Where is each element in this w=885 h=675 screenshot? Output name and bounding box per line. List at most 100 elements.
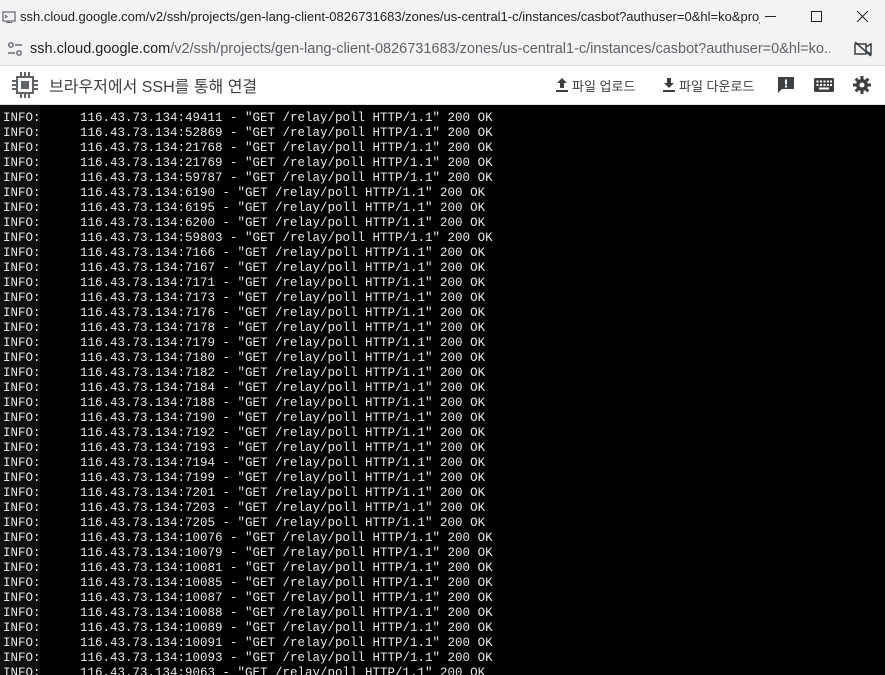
log-level: INFO:: [3, 186, 41, 200]
log-line: INFO: 116.43.73.134:21769 - "GET /relay/p…: [3, 156, 493, 171]
upload-file-button[interactable]: 파일 업로드: [555, 66, 635, 104]
log-level: INFO:: [3, 366, 41, 380]
log-line: INFO: 116.43.73.134:7184 - "GET /relay/po…: [3, 381, 493, 396]
log-line: INFO: 116.43.73.134:10088 - "GET /relay/p…: [3, 606, 493, 621]
log-message: 116.43.73.134:7171 - "GET /relay/poll HT…: [80, 276, 486, 290]
log-line: INFO: 116.43.73.134:6190 - "GET /relay/po…: [3, 186, 493, 201]
log-level: INFO:: [3, 456, 41, 470]
log-message: 116.43.73.134:59787 - "GET /relay/poll H…: [80, 171, 493, 185]
log-message: 116.43.73.134:7193 - "GET /relay/poll HT…: [80, 441, 486, 455]
log-message: 116.43.73.134:7201 - "GET /relay/poll HT…: [80, 486, 486, 500]
log-level: INFO:: [3, 336, 41, 350]
ssh-toolbar: 브라우저에서 SSH를 통해 연결 파일 업로드 파일 다운로드: [0, 66, 885, 105]
log-line: INFO: 116.43.73.134:7176 - "GET /relay/po…: [3, 306, 493, 321]
log-line: INFO: 116.43.73.134:7178 - "GET /relay/po…: [3, 321, 493, 336]
chip-icon: [12, 72, 38, 98]
minimize-button[interactable]: [747, 0, 793, 33]
log-message: 116.43.73.134:7188 - "GET /relay/poll HT…: [80, 396, 486, 410]
log-line: INFO: 116.43.73.134:7199 - "GET /relay/po…: [3, 471, 493, 486]
log-level: INFO:: [3, 486, 41, 500]
log-line: INFO: 116.43.73.134:7188 - "GET /relay/po…: [3, 396, 493, 411]
log-message: 116.43.73.134:10091 - "GET /relay/poll H…: [80, 636, 493, 650]
log-message: 116.43.73.134:21768 - "GET /relay/poll H…: [80, 141, 493, 155]
log-level: INFO:: [3, 561, 41, 575]
log-line: INFO: 116.43.73.134:7173 - "GET /relay/po…: [3, 291, 493, 306]
log-level: INFO:: [3, 441, 41, 455]
maximize-icon: [810, 11, 822, 22]
log-level: INFO:: [3, 261, 41, 275]
log-message: 116.43.73.134:7205 - "GET /relay/poll HT…: [80, 516, 486, 530]
log-message: 116.43.73.134:7176 - "GET /relay/poll HT…: [80, 306, 486, 320]
upload-label: 파일 업로드: [572, 78, 636, 94]
site-info-button[interactable]: [4, 38, 26, 60]
log-line: INFO: 116.43.73.134:10087 - "GET /relay/p…: [3, 591, 493, 606]
upload-icon: [556, 78, 568, 92]
log-level: INFO:: [3, 381, 41, 395]
log-message: 116.43.73.134:7192 - "GET /relay/poll HT…: [80, 426, 486, 440]
log-message: 116.43.73.134:7184 - "GET /relay/poll HT…: [80, 381, 486, 395]
log-line: INFO: 116.43.73.134:7190 - "GET /relay/po…: [3, 411, 493, 426]
ssh-favicon-icon: [2, 10, 16, 24]
log-level: INFO:: [3, 171, 41, 185]
log-level: INFO:: [3, 471, 41, 485]
keyboard-icon[interactable]: [813, 75, 835, 95]
log-line: INFO: 116.43.73.134:10079 - "GET /relay/p…: [3, 546, 493, 561]
log-line: INFO: 116.43.73.134:7171 - "GET /relay/po…: [3, 276, 493, 291]
log-level: INFO:: [3, 591, 41, 605]
log-message: 116.43.73.134:59803 - "GET /relay/poll H…: [80, 231, 493, 245]
maximize-button[interactable]: [793, 0, 839, 33]
feedback-icon[interactable]: [776, 75, 796, 95]
download-label: 파일 다운로드: [679, 78, 755, 94]
close-button[interactable]: [839, 0, 885, 33]
log-message: 116.43.73.134:7199 - "GET /relay/poll HT…: [80, 471, 486, 485]
log-message: 116.43.73.134:7182 - "GET /relay/poll HT…: [80, 366, 486, 380]
log-line: INFO: 116.43.73.134:7205 - "GET /relay/po…: [3, 516, 493, 531]
log-line: INFO: 116.43.73.134:7179 - "GET /relay/po…: [3, 336, 493, 351]
log-level: INFO:: [3, 111, 41, 125]
log-level: INFO:: [3, 231, 41, 245]
url-field[interactable]: ssh.cloud.google.com/v2/ssh/projects/gen…: [30, 41, 830, 57]
log-message: 116.43.73.134:10081 - "GET /relay/poll H…: [80, 561, 493, 575]
log-level: INFO:: [3, 351, 41, 365]
log-level: INFO:: [3, 156, 41, 170]
log-level: INFO:: [3, 411, 41, 425]
log-level: INFO:: [3, 531, 41, 545]
log-level: INFO:: [3, 321, 41, 335]
window-title: ssh.cloud.google.com/v2/ssh/projects/gen…: [20, 9, 760, 24]
log-level: INFO:: [3, 501, 41, 515]
log-message: 116.43.73.134:10085 - "GET /relay/poll H…: [80, 576, 493, 590]
log-message: 116.43.73.134:10079 - "GET /relay/poll H…: [80, 546, 493, 560]
settings-gear-icon[interactable]: [852, 75, 872, 95]
log-line: INFO: 116.43.73.134:59787 - "GET /relay/p…: [3, 171, 493, 186]
log-message: 116.43.73.134:52869 - "GET /relay/poll H…: [80, 126, 493, 140]
log-message: 116.43.73.134:10087 - "GET /relay/poll H…: [80, 591, 493, 605]
log-level: INFO:: [3, 576, 41, 590]
log-message: 116.43.73.134:7167 - "GET /relay/poll HT…: [80, 261, 486, 275]
close-icon: [856, 11, 868, 22]
log-message: 116.43.73.134:6190 - "GET /relay/poll HT…: [80, 186, 486, 200]
url-host: ssh.cloud.google.com: [30, 41, 171, 57]
download-file-button[interactable]: 파일 다운로드: [662, 66, 754, 104]
log-line: INFO: 116.43.73.134:7167 - "GET /relay/po…: [3, 261, 493, 276]
log-line: INFO: 116.43.73.134:7180 - "GET /relay/po…: [3, 351, 493, 366]
log-level: INFO:: [3, 216, 41, 230]
log-line: INFO: 116.43.73.134:7192 - "GET /relay/po…: [3, 426, 493, 441]
log-message: 116.43.73.134:7166 - "GET /relay/poll HT…: [80, 246, 486, 260]
log-level: INFO:: [3, 141, 41, 155]
log-message: 116.43.73.134:10088 - "GET /relay/poll H…: [80, 606, 493, 620]
terminal-output[interactable]: INFO: 116.43.73.134:49411 - "GET /relay/p…: [0, 105, 885, 675]
log-level: INFO:: [3, 291, 41, 305]
log-line: INFO: 116.43.73.134:49411 - "GET /relay/p…: [3, 111, 493, 126]
log-line: INFO: 116.43.73.134:9063 - "GET /relay/po…: [3, 666, 493, 675]
log-level: INFO:: [3, 516, 41, 530]
log-level: INFO:: [3, 621, 41, 635]
camera-blocked-icon[interactable]: [853, 39, 873, 59]
log-message: 116.43.73.134:7178 - "GET /relay/poll HT…: [80, 321, 486, 335]
minimize-icon: [764, 16, 776, 17]
log-line: INFO: 116.43.73.134:6195 - "GET /relay/po…: [3, 201, 493, 216]
log-level: INFO:: [3, 306, 41, 320]
log-level: INFO:: [3, 276, 41, 290]
log-level: INFO:: [3, 426, 41, 440]
log-line: INFO: 116.43.73.134:10085 - "GET /relay/p…: [3, 576, 493, 591]
log-level: INFO:: [3, 396, 41, 410]
